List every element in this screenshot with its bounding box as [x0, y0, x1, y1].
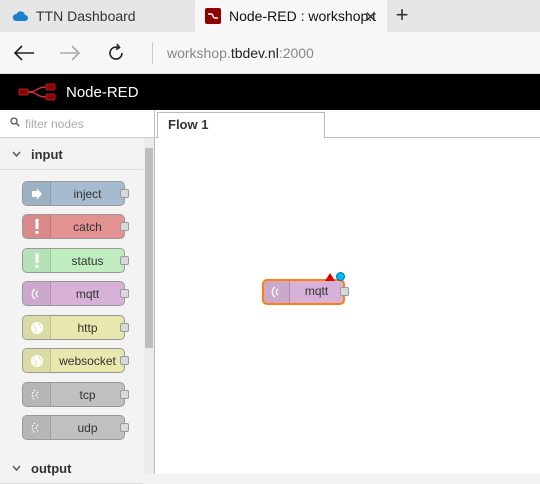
back-button[interactable]	[10, 39, 38, 67]
output-port	[120, 390, 129, 399]
close-tab-icon[interactable]: ✕	[364, 8, 377, 26]
tab-flow-1[interactable]: Flow 1	[157, 112, 325, 139]
output-port	[120, 423, 129, 432]
cloud-icon	[12, 8, 28, 24]
workspace-tabbar: Flow 1	[155, 110, 540, 139]
palette-node-label: tcp	[79, 387, 96, 402]
browser-tab-ttn-dashboard[interactable]: TTN Dashboard	[0, 0, 195, 32]
url-port: :2000	[278, 45, 314, 61]
bridge-icon	[264, 281, 290, 303]
globe-icon	[23, 316, 51, 339]
palette-node-tcp[interactable]: tcp	[22, 382, 129, 407]
palette-node-label: mqtt	[75, 286, 100, 301]
url-host: tbdev.nl	[230, 45, 279, 61]
palette-node-status[interactable]: status	[22, 248, 129, 273]
exclamation-icon	[23, 249, 51, 272]
bridge-icon	[23, 282, 51, 305]
browser-tabstrip: TTN Dashboard Node-RED : workshop.t ✕ +	[0, 0, 540, 32]
category-output-header[interactable]: output	[0, 454, 143, 484]
node-red-icon	[205, 8, 221, 24]
category-label: input	[31, 147, 63, 162]
refresh-icon	[109, 43, 123, 60]
globe-icon	[23, 349, 51, 372]
palette-node-label: catch	[73, 219, 102, 234]
palette-node-label: websocket	[59, 353, 116, 368]
palette-node-label: http	[77, 320, 98, 335]
workspace-node-label: mqtt	[304, 284, 329, 298]
filter-placeholder: filter nodes	[25, 116, 84, 131]
node-palette: filter nodes input inject catch status m…	[0, 110, 155, 484]
chevron-down-icon	[12, 149, 21, 160]
output-port	[120, 189, 129, 198]
browser-tab-node-red[interactable]: Node-RED : workshop.t ✕	[195, 0, 387, 32]
palette-node-inject[interactable]: inject	[22, 181, 129, 206]
search-icon	[10, 117, 20, 130]
scrollbar-thumb[interactable]	[145, 148, 153, 348]
node-red-logo-icon	[18, 83, 56, 101]
palette-node-udp[interactable]: udp	[22, 415, 129, 440]
url-prefix: workshop.	[167, 45, 231, 61]
bridge-icon	[23, 416, 51, 439]
back-arrow-icon	[13, 45, 34, 61]
category-input-header[interactable]: input	[0, 140, 143, 170]
output-port	[120, 222, 129, 231]
palette-node-http[interactable]: http	[22, 315, 129, 340]
palette-node-label: udp	[77, 420, 98, 435]
new-tab-button[interactable]: +	[390, 4, 414, 28]
bridge-icon	[23, 383, 51, 406]
refresh-button[interactable]	[102, 39, 130, 67]
app-header: Node-RED	[0, 74, 540, 110]
output-port	[120, 289, 129, 298]
tab-title: Node-RED : workshop.t	[229, 8, 377, 24]
app-brand: Node-RED	[66, 83, 139, 101]
palette-node-label: inject	[73, 186, 102, 201]
forward-button[interactable]	[56, 39, 84, 67]
exclamation-icon	[23, 215, 51, 238]
browser-navbar: workshop.tbdev.nl:2000	[0, 32, 540, 74]
filter-nodes-input[interactable]: filter nodes	[0, 110, 154, 138]
palette-node-catch[interactable]: catch	[22, 214, 129, 239]
tab-title: TTN Dashboard	[36, 8, 136, 24]
output-port	[120, 323, 129, 332]
output-port	[120, 356, 129, 365]
output-port[interactable]	[340, 287, 349, 296]
palette-node-mqtt[interactable]: mqtt	[22, 281, 129, 306]
palette-scrollbar[interactable]	[144, 138, 154, 474]
arrow-right-icon	[23, 182, 51, 205]
address-bar[interactable]: workshop.tbdev.nl:2000	[152, 42, 314, 64]
palette-node-label: status	[71, 253, 104, 268]
forward-arrow-icon	[60, 45, 81, 61]
chevron-down-icon	[12, 463, 21, 474]
workspace-node-mqtt[interactable]: mqtt	[262, 279, 349, 305]
palette-node-websocket[interactable]: websocket	[22, 348, 129, 373]
output-port	[120, 256, 129, 265]
changed-indicator-icon	[336, 272, 345, 281]
warning-triangle-icon	[325, 273, 335, 281]
